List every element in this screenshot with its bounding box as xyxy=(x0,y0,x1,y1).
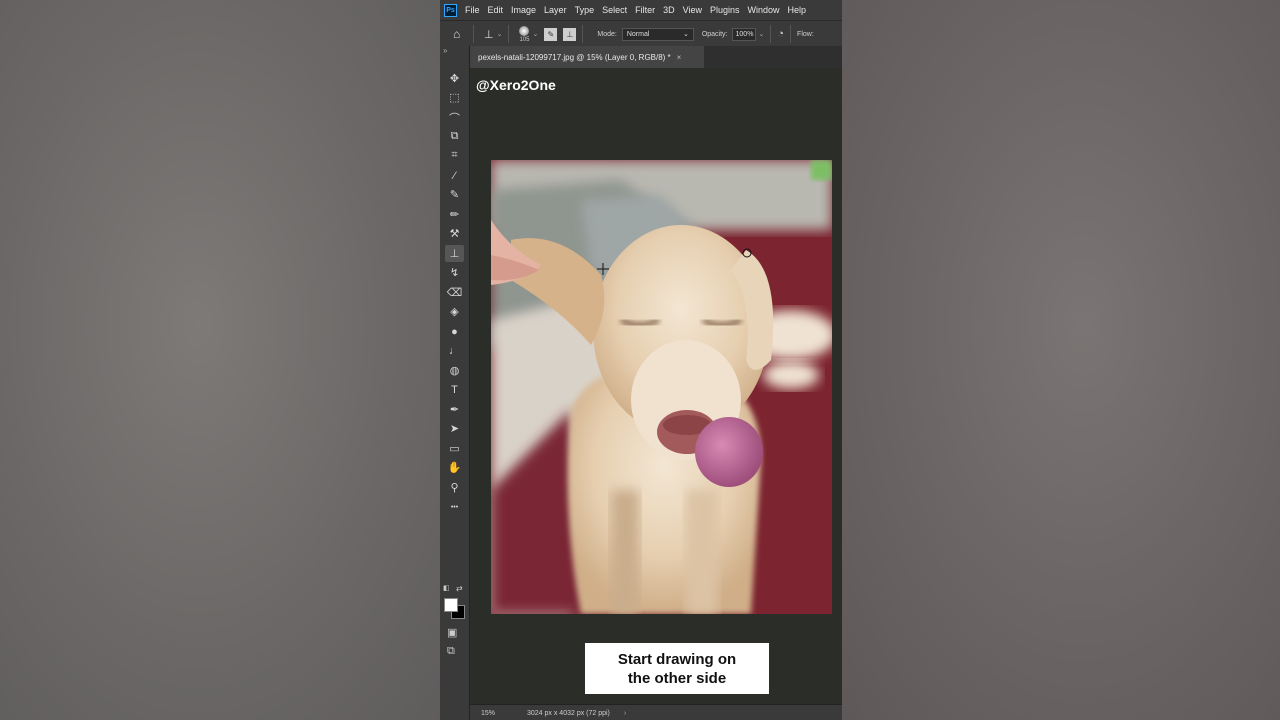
menu-edit[interactable]: Edit xyxy=(488,5,504,15)
blurred-background-left xyxy=(0,0,440,720)
opacity-value: 100% xyxy=(735,30,754,38)
divider xyxy=(790,25,792,43)
eraser-tool-icon[interactable]: ⌫ xyxy=(445,284,464,301)
zoom-tool-icon[interactable]: ⚲ xyxy=(445,479,464,496)
menu-window[interactable]: Window xyxy=(748,5,780,15)
eyedropper-tool-icon[interactable]: ⁄ xyxy=(445,167,464,184)
menu-file[interactable]: File xyxy=(465,5,480,15)
clone-stamp-tool-icon[interactable]: ⊥ xyxy=(445,245,464,262)
paint-bucket-tool-icon[interactable]: ◈ xyxy=(445,303,464,320)
photoshop-logo-icon: Ps xyxy=(444,3,457,17)
divider xyxy=(473,25,474,43)
home-icon[interactable]: ⌂ xyxy=(453,27,467,41)
healing-brush-tool-icon[interactable]: ✎ xyxy=(445,186,464,203)
options-bar: ⌂ ⊥ ⌄ 105 ⌄ ✎ ⊥ Mode: Normal ⌄ Opacity: … xyxy=(440,20,842,48)
default-colors-icon[interactable]: ◧ xyxy=(443,584,450,592)
swap-colors-icon[interactable]: ⇄ xyxy=(456,584,463,593)
blur-tool-icon[interactable]: ● xyxy=(445,323,464,340)
menu-3d[interactable]: 3D xyxy=(663,5,675,15)
brush-size-value: 105 xyxy=(519,36,530,43)
opacity-input[interactable]: 100% xyxy=(731,27,756,41)
path-select-tool-icon[interactable]: ➤ xyxy=(445,420,464,437)
document-tab-bar: pexels-natali-12099717.jpg @ 15% (Layer … xyxy=(470,46,842,69)
menu-type[interactable]: Type xyxy=(575,5,595,15)
rectangle-tool-icon[interactable]: ▭ xyxy=(445,440,464,457)
menu-bar: Ps File Edit Image Layer Type Select Fil… xyxy=(440,0,842,20)
status-menu-arrow-icon[interactable]: › xyxy=(624,710,626,717)
more-tools-tool-icon[interactable]: ••• xyxy=(445,499,464,516)
zoom-level[interactable]: 15% xyxy=(481,710,519,717)
menu-select[interactable]: Select xyxy=(602,5,627,15)
chevron-down-icon[interactable]: ⌄ xyxy=(532,30,538,38)
flow-label: Flow: xyxy=(797,30,814,38)
sponge-tool-icon[interactable]: ◍ xyxy=(445,362,464,379)
status-bar: 15% 3024 px x 4032 px (72 ppi) › xyxy=(470,704,842,720)
document-tab-title: pexels-natali-12099717.jpg @ 15% (Layer … xyxy=(478,52,671,62)
clone-stamp-variant-tool-icon[interactable]: ⚒ xyxy=(445,225,464,242)
pen-tool-icon[interactable]: ✒ xyxy=(445,401,464,418)
mode-value: Normal xyxy=(626,30,650,38)
quick-mask-icon[interactable]: ▣ xyxy=(447,626,457,639)
divider xyxy=(770,25,772,43)
divider xyxy=(508,25,510,43)
mode-select[interactable]: Normal ⌄ xyxy=(621,27,694,41)
chevron-down-icon[interactable]: ⌄ xyxy=(759,30,765,38)
caption-box: Start drawing on the other side xyxy=(585,643,769,694)
object-select-tool-icon[interactable]: ⧉ xyxy=(445,128,464,145)
menu-filter[interactable]: Filter xyxy=(635,5,655,15)
brush-tool-icon[interactable]: ✏ xyxy=(445,206,464,223)
collapse-panel-icon[interactable]: » xyxy=(443,46,447,55)
menu-view[interactable]: View xyxy=(683,5,702,15)
mode-label: Mode: xyxy=(597,30,617,38)
brush-tip-icon xyxy=(519,25,530,36)
chevron-down-icon: ⌄ xyxy=(682,31,689,38)
type-tool-icon[interactable]: T xyxy=(445,381,464,398)
crop-tool-icon[interactable]: ⌗ xyxy=(445,147,464,164)
close-icon[interactable]: × xyxy=(677,53,682,62)
blurred-background-right xyxy=(842,0,1280,720)
document-tab[interactable]: pexels-natali-12099717.jpg @ 15% (Layer … xyxy=(470,46,704,68)
lasso-tool-icon[interactable]: ⌒ xyxy=(445,109,464,126)
move-tool-icon[interactable]: ✥ xyxy=(445,70,464,87)
pressure-opacity-icon[interactable]: ◔ xyxy=(777,28,784,40)
opacity-label: Opacity: xyxy=(701,30,728,38)
menu-help[interactable]: Help xyxy=(788,5,807,15)
hand-tool-icon[interactable]: ✋ xyxy=(445,459,464,476)
menu-layer[interactable]: Layer xyxy=(544,5,567,15)
foreground-color-swatch[interactable] xyxy=(444,598,458,612)
dodge-tool-icon[interactable]: ♩ xyxy=(445,342,464,359)
divider xyxy=(582,25,584,43)
clone-stamp-preset-icon[interactable]: ⊥ xyxy=(484,28,494,41)
marquee-tool-icon[interactable]: ⬚ xyxy=(445,89,464,106)
watermark-text: @Xero2One xyxy=(476,77,556,93)
tools-panel: » ✥ ⬚ ⌒ ⧉ ⌗ ⁄ ✎ ✏ ⚒ ⊥ ↯ ⌫ ◈ ● ♩ ◍ T ✒ ➤ ▭ ✋ ⚲ ••• ◧ ⇄ ▣ ⧉ xyxy=(440,46,470,720)
history-brush-tool-icon[interactable]: ↯ xyxy=(445,264,464,281)
document-image[interactable] xyxy=(491,160,832,614)
document-info: 3024 px x 4032 px (72 ppi) xyxy=(527,709,610,717)
brush-settings-icon[interactable]: ✎ xyxy=(544,27,558,41)
chevron-down-icon[interactable]: ⌄ xyxy=(497,30,503,38)
clone-source-icon[interactable]: ⊥ xyxy=(563,27,577,41)
screen-mode-icon[interactable]: ⧉ xyxy=(447,645,455,658)
brush-preset-picker[interactable]: 105 xyxy=(519,25,530,43)
photoshop-window: Ps File Edit Image Layer Type Select Fil… xyxy=(440,0,842,720)
menu-plugins[interactable]: Plugins xyxy=(710,5,740,15)
dog-photo-illustration xyxy=(491,160,832,614)
menu-image[interactable]: Image xyxy=(511,5,536,15)
